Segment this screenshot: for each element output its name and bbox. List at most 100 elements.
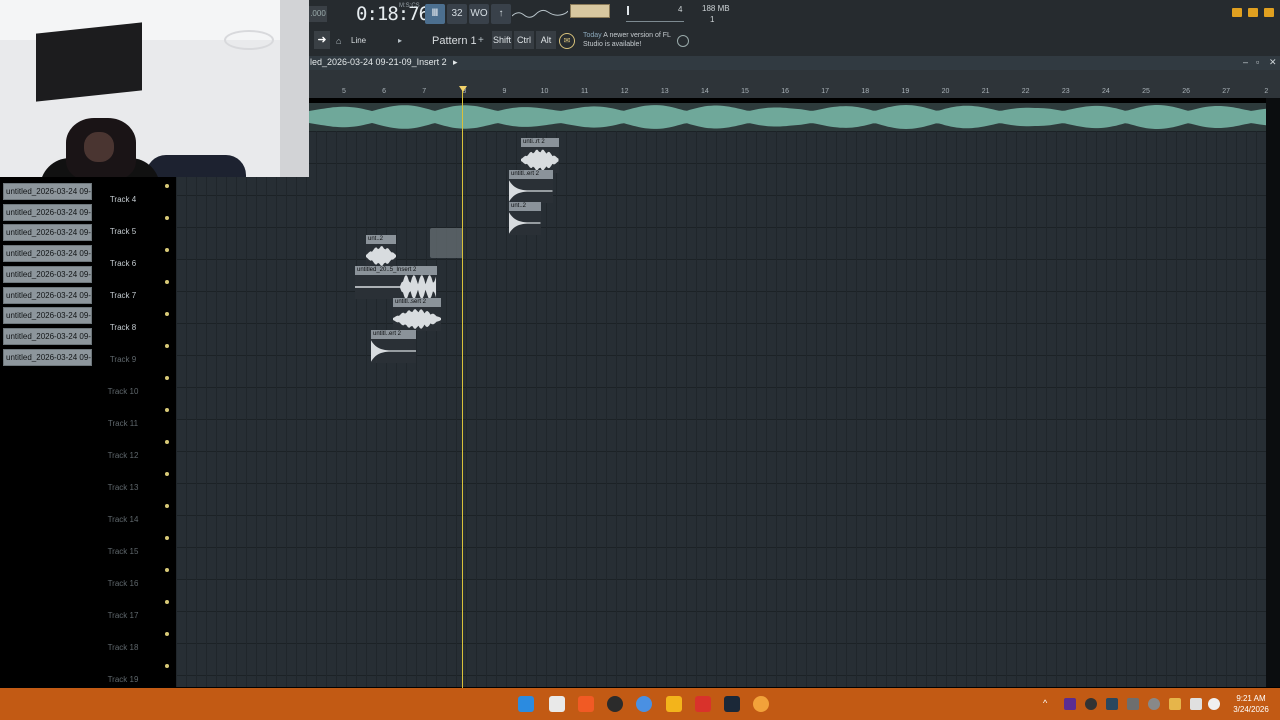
track-header-label[interactable]: Track 13 <box>100 483 146 492</box>
track-mute-button[interactable] <box>165 472 169 476</box>
track-header-label[interactable]: Track 19 <box>100 675 146 684</box>
playlist-close-icon[interactable]: ✕ <box>1269 57 1277 68</box>
pattern-selector[interactable]: Pattern 1 <box>432 31 477 51</box>
voice-app-icon[interactable] <box>695 696 711 712</box>
playhead-marker-icon[interactable] <box>459 86 467 92</box>
track-header-label[interactable]: Track 17 <box>100 611 146 620</box>
obs-icon[interactable] <box>607 696 623 712</box>
track-header-label[interactable]: Track 7 <box>100 291 146 300</box>
playlist-restore-icon[interactable]: ▫ <box>1256 57 1259 67</box>
playlist-minimize-icon[interactable]: – <box>1243 57 1248 67</box>
track-header-label[interactable]: Track 18 <box>100 643 146 652</box>
usb-tray-icon[interactable] <box>1169 698 1181 710</box>
audio-clip[interactable]: untitl..ert 2 <box>509 170 553 203</box>
tempo-display[interactable]: .000 <box>309 6 327 22</box>
timeline-ruler[interactable]: 5 6 7 8 9 10 11 12 13 14 15 16 17 18 19 20 21 22 23 24 25 26 2… <box>305 70 1280 98</box>
track-mute-button[interactable] <box>165 536 169 540</box>
picker-audio-clip[interactable]: untitled_2026-03-24 09-... <box>3 286 92 304</box>
track-mute-button[interactable] <box>165 600 169 604</box>
track-mute-button[interactable] <box>165 312 169 316</box>
track-header-label[interactable]: Track 8 <box>100 323 146 332</box>
track-mute-button[interactable] <box>165 280 169 284</box>
audio-clip[interactable]: untitl..sert 2 <box>393 298 441 331</box>
ctrl-button[interactable]: Ctrl <box>514 31 534 49</box>
audio-clip[interactable]: unti..rt 2 <box>521 138 559 173</box>
alt-button[interactable]: Alt <box>536 31 556 49</box>
audio-clip[interactable]: unt..2 <box>366 235 396 268</box>
audio-clip[interactable]: untitl..ert 2 <box>371 330 416 363</box>
picker-audio-clip[interactable]: untitled_2026-03-24 09-... <box>3 265 92 283</box>
pattern-prev-icon[interactable]: ▸ <box>398 31 406 51</box>
track-header-label[interactable]: Track 12 <box>100 451 146 460</box>
shift-button[interactable]: Shift <box>492 31 512 49</box>
audio-clip[interactable]: untitled_20..5_Insert 2 <box>355 266 437 299</box>
picker-audio-clip[interactable]: untitled_2026-03-24 09-... <box>3 327 92 345</box>
system-clock[interactable]: 9:21 AM 3/24/2026 <box>1226 693 1276 715</box>
track-header-label[interactable]: Track 14 <box>100 515 146 524</box>
picker-audio-clip[interactable]: untitled_2026-03-24 09-... <box>3 183 92 200</box>
display-tray-icon[interactable] <box>1190 698 1202 710</box>
track-mute-button[interactable] <box>165 440 169 444</box>
gamepad-tray-icon[interactable] <box>1127 698 1139 710</box>
magnet-icon[interactable]: ⌂ <box>336 31 341 51</box>
onenote-tray-icon[interactable] <box>1064 698 1076 710</box>
track-mute-button[interactable] <box>165 184 169 188</box>
countdown-button[interactable]: ↑ <box>491 4 511 24</box>
picker-audio-clip[interactable]: untitled_2026-03-24 09-... <box>3 245 92 263</box>
overview-waveform[interactable] <box>309 103 1266 131</box>
track-mute-button[interactable] <box>165 344 169 348</box>
playlist-grid[interactable] <box>176 131 1266 687</box>
brave-icon[interactable] <box>578 696 594 712</box>
picker-audio-clip[interactable]: untitled_2026-03-24 09-... <box>3 203 92 221</box>
fl-studio-icon[interactable] <box>753 696 769 712</box>
track-header-label[interactable]: Track 4 <box>100 195 146 204</box>
steam-icon[interactable] <box>724 696 740 712</box>
track-mute-button[interactable] <box>165 248 169 252</box>
maximize-icon[interactable] <box>1248 8 1258 17</box>
track-mute-button[interactable] <box>165 568 169 572</box>
picker-audio-clip[interactable]: untitled_2026-03-24 09-... <box>3 307 92 325</box>
minimize-icon[interactable] <box>1232 8 1242 17</box>
track-header-label[interactable]: Track 15 <box>100 547 146 556</box>
picker-audio-clip[interactable]: untitled_2026-03-24 09-... <box>3 348 92 366</box>
track-header-label[interactable]: Track 9 <box>100 355 146 364</box>
close-icon[interactable] <box>1264 8 1274 17</box>
track-mute-button[interactable] <box>165 376 169 380</box>
track-header-label[interactable]: Track 6 <box>100 259 146 268</box>
update-notice[interactable]: Today A newer version of FL Studio is av… <box>583 31 683 49</box>
ruler-bar-number: 18 <box>861 88 870 95</box>
vertical-scrollbar[interactable] <box>1266 98 1280 687</box>
master-pitch-knob[interactable] <box>627 6 629 15</box>
master-volume-slider[interactable] <box>626 21 684 22</box>
file-explorer-icon[interactable] <box>549 696 565 712</box>
typing-keyboard-button[interactable]: Ⅲ <box>425 4 445 24</box>
track-header-label[interactable]: Track 11 <box>100 419 146 428</box>
start-icon[interactable] <box>518 696 534 712</box>
arrow-right-icon[interactable]: ➜ <box>314 31 330 49</box>
picker-audio-clip[interactable]: untitled_2026-03-24 09-... <box>3 224 92 242</box>
snap-selector[interactable]: Line <box>351 31 366 51</box>
title-arrow-icon[interactable]: ▸ <box>453 57 458 68</box>
chrome-icon[interactable] <box>636 696 652 712</box>
volume-icon[interactable] <box>1208 698 1220 710</box>
track-mute-button[interactable] <box>165 408 169 412</box>
track-header-label[interactable]: Track 10 <box>100 387 146 396</box>
playlist-titlebar: led_2026-03-24 09-21-09_Insert 2 ▸ – ▫ ✕ <box>305 56 1280 70</box>
obs-tray-icon[interactable] <box>1085 698 1097 710</box>
steam-tray-icon[interactable] <box>1106 698 1118 710</box>
track-mute-button[interactable] <box>165 216 169 220</box>
headset-tray-icon[interactable] <box>1148 698 1160 710</box>
track-mute-button[interactable] <box>165 664 169 668</box>
audio-clip[interactable]: unt..2 <box>509 202 541 235</box>
notification-icon[interactable]: ✉ <box>559 33 575 49</box>
track-mute-button[interactable] <box>165 632 169 636</box>
add-pattern-button[interactable]: + <box>478 31 484 51</box>
folder-icon[interactable] <box>666 696 682 712</box>
step-edit-button[interactable]: 32 <box>447 4 467 24</box>
track-mute-button[interactable] <box>165 504 169 508</box>
track-header-label[interactable]: Track 5 <box>100 227 146 236</box>
wait-for-input-button[interactable]: WO <box>469 4 489 24</box>
track-header-label[interactable]: Track 16 <box>100 579 146 588</box>
online-icon[interactable] <box>677 35 689 47</box>
tray-expand-icon[interactable]: ^ <box>1043 698 1055 710</box>
